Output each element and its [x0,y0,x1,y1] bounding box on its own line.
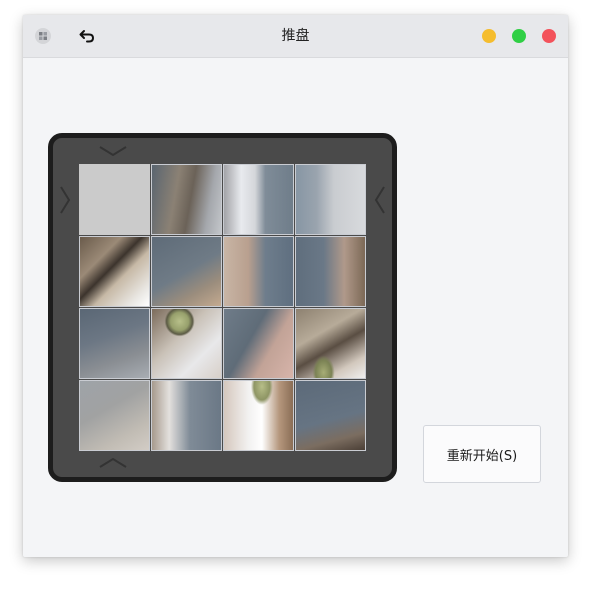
puzzle-tile[interactable] [151,308,222,379]
puzzle-tile[interactable] [223,236,294,307]
puzzle-tile[interactable] [79,308,150,379]
puzzle-tile[interactable] [295,308,366,379]
puzzle-board [48,133,397,482]
puzzle-tile[interactable] [223,308,294,379]
chevron-up-icon[interactable] [98,456,128,470]
chevron-left-icon[interactable] [373,185,387,215]
empty-tile [79,164,150,235]
puzzle-tile[interactable] [295,164,366,235]
maximize-button[interactable] [512,29,526,43]
chevron-down-icon[interactable] [98,144,128,158]
puzzle-tile[interactable] [295,380,366,451]
puzzle-tile[interactable] [295,236,366,307]
close-button[interactable] [542,29,556,43]
tile-grid [79,164,367,452]
puzzle-tile[interactable] [79,380,150,451]
minimize-button[interactable] [482,29,496,43]
puzzle-tile[interactable] [151,236,222,307]
puzzle-tile[interactable] [223,164,294,235]
restart-button[interactable]: 重新开始(S) [423,425,541,483]
puzzle-tile[interactable] [151,164,222,235]
puzzle-tile[interactable] [223,380,294,451]
puzzle-tile[interactable] [79,236,150,307]
puzzle-window: 推盘 重新开始(S) [23,15,568,557]
title-bar: 推盘 [23,15,568,58]
puzzle-tile[interactable] [151,380,222,451]
chevron-right-icon[interactable] [58,185,72,215]
